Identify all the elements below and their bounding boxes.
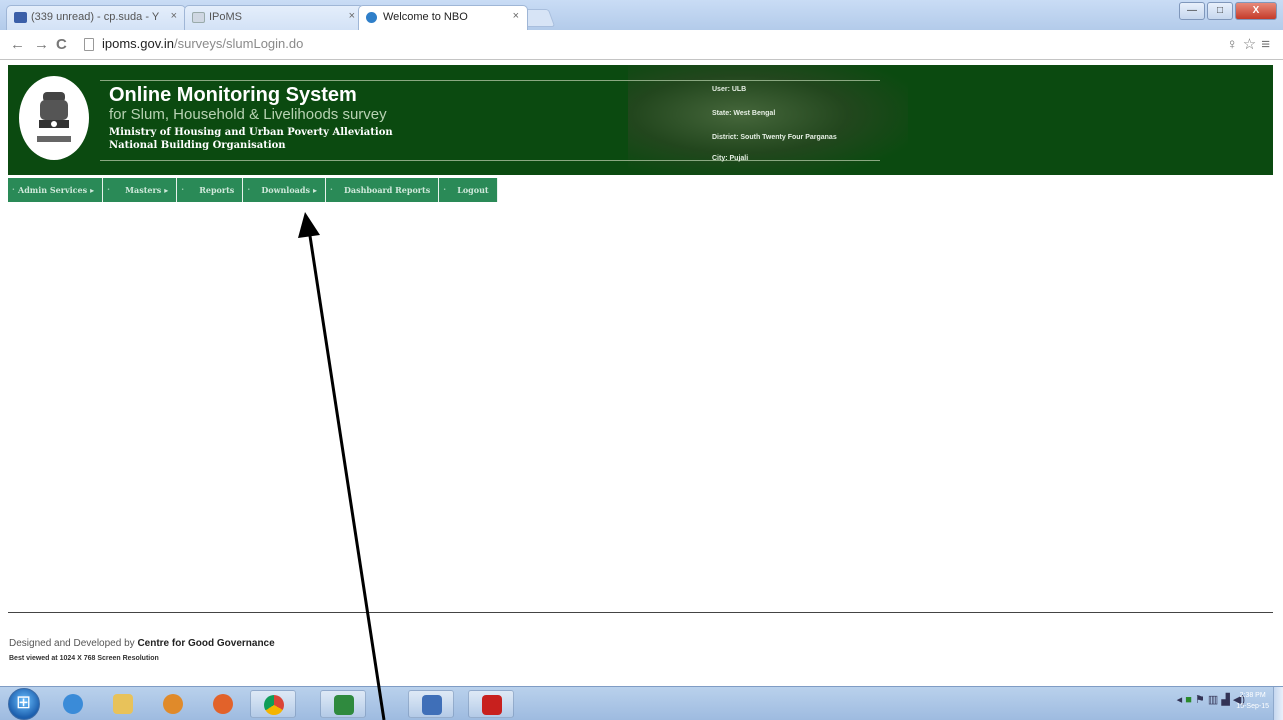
tab-mail-title: (339 unread) - cp.suda - Y xyxy=(31,11,160,23)
site-title: Online Monitoring System xyxy=(109,84,357,106)
clock-date: 15-Sep-15 xyxy=(1236,703,1269,710)
header-texture xyxy=(628,65,908,175)
submenu-arrow-icon: ▸ xyxy=(164,185,169,195)
minimize-button[interactable]: — xyxy=(1179,2,1205,20)
menu-label: Admin Services xyxy=(18,185,88,195)
footer-credits: Designed and Developed by Centre for Goo… xyxy=(9,638,275,649)
menu-logout[interactable]: Logout xyxy=(439,178,498,202)
screen: (339 unread) - cp.suda - Y × IPoMS × Wel… xyxy=(0,0,1283,720)
forward-icon[interactable]: → xyxy=(34,36,49,53)
taskbar-firefox[interactable] xyxy=(200,690,246,718)
windows-taskbar: ◂ ■ ⚑ ▥ ▟ ◀) 2:38 PM 15-Sep-15 xyxy=(0,686,1283,720)
taskbar-chrome[interactable] xyxy=(250,690,296,718)
url-input[interactable]: ipoms.gov.in/surveys/slumLogin.do xyxy=(80,34,1200,56)
system-tray: ◂ ■ ⚑ ▥ ▟ ◀) xyxy=(1177,693,1245,706)
menu-label: Downloads xyxy=(261,185,310,195)
footer-resolution-note: Best viewed at 1024 X 768 Screen Resolut… xyxy=(9,655,159,662)
tray-expand-icon[interactable]: ◂ xyxy=(1177,694,1183,706)
ministry-name: Ministry of Housing and Urban Poverty Al… xyxy=(109,127,393,138)
site-header: Online Monitoring System for Slum, House… xyxy=(8,65,1273,175)
tab-ipoms-title: IPoMS xyxy=(209,11,243,23)
menu-downloads[interactable]: Downloads▸ xyxy=(243,178,326,202)
close-window-button[interactable]: X xyxy=(1235,2,1277,20)
state-label: State: West Bengal xyxy=(712,110,776,117)
footer-divider xyxy=(8,612,1273,613)
menu-label: Dashboard Reports xyxy=(343,185,431,195)
signal-icon[interactable]: ▟ xyxy=(1221,694,1229,706)
excel-icon xyxy=(334,695,354,715)
menu-label: Masters xyxy=(125,185,162,195)
tab-mail[interactable]: (339 unread) - cp.suda - Y × xyxy=(6,5,186,30)
internet-explorer-icon xyxy=(63,694,83,714)
close-icon[interactable]: × xyxy=(349,10,355,22)
file-explorer-icon xyxy=(113,694,133,714)
clock-time: 2:38 PM xyxy=(1239,692,1266,699)
url-domain: ipoms.gov.in xyxy=(102,36,175,51)
menu-icon[interactable]: ≡ xyxy=(1261,36,1275,53)
header-rule xyxy=(100,160,880,161)
document-icon xyxy=(422,695,442,715)
menu-label: Logout xyxy=(457,185,489,195)
menu-admin-services[interactable]: Admin Services▸ xyxy=(8,178,104,202)
start-button[interactable] xyxy=(8,688,40,720)
footer-credits-org: Centre for Good Governance xyxy=(137,638,275,649)
district-label: District: South Twenty Four Parganas xyxy=(712,134,837,141)
header-rule xyxy=(100,80,880,81)
tab-welcome-title: Welcome to NBO xyxy=(383,11,468,23)
taskbar-internet-explorer[interactable] xyxy=(50,690,96,718)
site-subtitle: for Slum, Household & Livelihoods survey xyxy=(109,106,387,123)
address-bar-row: ← → C ipoms.gov.in/surveys/slumLogin.do … xyxy=(0,30,1283,60)
tab-ipoms[interactable]: IPoMS × xyxy=(184,5,364,30)
tab-welcome-nbo[interactable]: Welcome to NBO × xyxy=(358,5,528,30)
close-icon[interactable]: × xyxy=(171,10,177,22)
menu-reports[interactable]: Reports xyxy=(177,178,244,202)
firefox-icon xyxy=(213,694,233,714)
reload-icon[interactable]: C xyxy=(56,36,67,53)
back-icon[interactable]: ← xyxy=(10,36,25,53)
taskbar-excel[interactable] xyxy=(320,690,366,718)
mail-icon xyxy=(14,12,27,23)
close-icon[interactable]: × xyxy=(513,10,519,22)
page-icon xyxy=(192,12,205,23)
main-menu: Admin Services▸ Masters▸ Reports Downloa… xyxy=(8,178,498,202)
taskbar-media-player[interactable] xyxy=(150,690,196,718)
page-icon xyxy=(84,38,94,51)
flag-icon[interactable]: ⚑ xyxy=(1195,694,1205,706)
url-path: /surveys/slumLogin.do xyxy=(174,36,304,51)
user-label: User: ULB xyxy=(712,86,747,93)
menu-label: Reports xyxy=(199,185,235,195)
taskbar-file-explorer[interactable] xyxy=(100,690,146,718)
chrome-icon xyxy=(264,695,284,715)
submenu-arrow-icon: ▸ xyxy=(90,185,95,195)
bookmark-star-icon[interactable]: ☆ xyxy=(1243,36,1261,53)
national-emblem-icon xyxy=(19,76,89,160)
footer-credits-prefix: Designed and Developed by xyxy=(9,638,138,649)
menu-dashboard-reports[interactable]: Dashboard Reports xyxy=(325,178,440,202)
taskbar-document[interactable] xyxy=(408,690,454,718)
adobe-reader-icon xyxy=(482,695,502,715)
browser-tab-strip: (339 unread) - cp.suda - Y × IPoMS × Wel… xyxy=(0,0,1283,30)
media-player-icon xyxy=(163,694,183,714)
antivirus-icon[interactable]: ■ xyxy=(1185,694,1192,706)
city-label: City: Pujali xyxy=(712,155,749,162)
toolbar-right: ♀☆≡ xyxy=(1227,35,1275,53)
extension-icon[interactable]: ♀ xyxy=(1227,36,1243,53)
window-controls: — □ X xyxy=(1179,2,1277,20)
nbo-favicon-icon xyxy=(366,12,377,23)
taskbar-adobe-reader[interactable] xyxy=(468,690,514,718)
menu-masters[interactable]: Masters▸ xyxy=(103,178,178,202)
maximize-button[interactable]: □ xyxy=(1207,2,1233,20)
submenu-arrow-icon: ▸ xyxy=(312,185,317,195)
organisation-name: National Building Organisation xyxy=(109,140,286,151)
show-desktop-button[interactable] xyxy=(1273,687,1283,720)
clock[interactable]: 2:38 PM 15-Sep-15 xyxy=(1236,690,1269,712)
network-icon[interactable]: ▥ xyxy=(1208,694,1218,706)
